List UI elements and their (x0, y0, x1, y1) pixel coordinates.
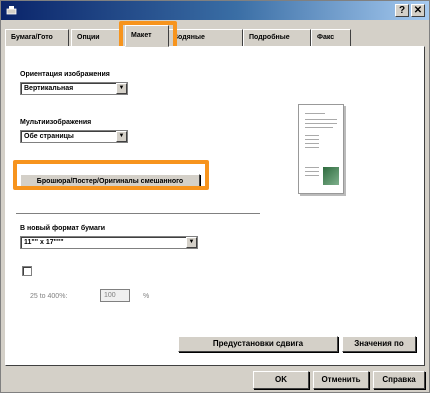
tab-paper[interactable]: Бумага/Гото (5, 29, 69, 47)
print-properties-dialog: ? ✕ Бумага/Гото Опции Водяные Подробные … (0, 0, 430, 393)
multi-select[interactable]: Обе страницы ▼ (20, 130, 128, 143)
close-icon[interactable]: ✕ (411, 4, 425, 17)
layout-panel: Ориентация изображения Вертикальная ▼ Му… (5, 46, 425, 366)
tab-options[interactable]: Опции (71, 29, 123, 47)
scale-unit: % (143, 293, 150, 300)
paper-select[interactable]: 11"" x 17""" ▼ (20, 236, 198, 249)
orientation-label: Ориентация изображения (20, 71, 110, 78)
paper-value: 11"" x 17""" (24, 239, 64, 246)
dropdown-arrow-icon[interactable]: ▼ (186, 237, 197, 248)
help-icon[interactable]: ? (395, 4, 409, 17)
tab-layout[interactable]: Макет (125, 25, 169, 47)
paper-label: В новый формат бумаги (20, 225, 106, 232)
tab-strip: Бумага/Гото Опции Водяные Подробные Факс… (5, 25, 425, 47)
separator (16, 213, 260, 215)
dropdown-arrow-icon[interactable]: ▼ (116, 83, 127, 94)
multi-value: Обе страницы (24, 133, 74, 140)
title-bar: ? ✕ (1, 1, 429, 20)
tab-fax[interactable]: Факс (311, 29, 351, 47)
orientation-select[interactable]: Вертикальная ▼ (20, 82, 128, 95)
cancel-button[interactable]: Отменить (313, 371, 369, 389)
dropdown-arrow-icon[interactable]: ▼ (116, 131, 127, 142)
scale-input[interactable]: 100 (100, 289, 130, 302)
shift-presets-button[interactable]: Предустановки сдвига (178, 336, 338, 352)
help-button[interactable]: Справка (373, 371, 425, 389)
tab-advanced[interactable]: Подробные (243, 29, 311, 47)
brochure-highlight (13, 160, 209, 190)
defaults-button[interactable]: Значения по (342, 336, 416, 352)
page-preview-icon (298, 104, 344, 194)
scale-range-label: 25 to 400%: (30, 293, 68, 300)
scale-checkbox[interactable] (22, 266, 32, 276)
multi-label: Мультиизображения (20, 119, 92, 126)
orientation-value: Вертикальная (24, 85, 74, 92)
printer-icon (6, 6, 17, 15)
ok-button[interactable]: OK (253, 371, 309, 389)
tab-watermarks[interactable]: Водяные (167, 29, 243, 47)
